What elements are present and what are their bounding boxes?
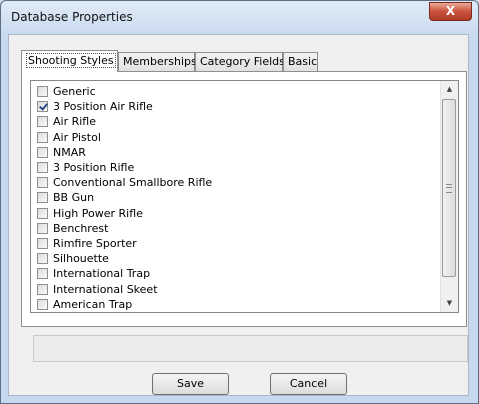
scroll-up-arrow-icon[interactable]: ▲	[441, 81, 458, 98]
checkbox[interactable]	[37, 177, 48, 189]
list-item[interactable]: Generic	[37, 84, 96, 99]
checkbox[interactable]	[37, 207, 48, 219]
list-item[interactable]: 3 Position Rifle	[37, 160, 134, 175]
checkbox[interactable]	[37, 131, 48, 143]
list-item-label: International Skeet	[53, 282, 158, 296]
checkbox[interactable]	[37, 222, 48, 234]
list-item-label: Rimfire Sporter	[53, 237, 137, 250]
list-item-label: NMAR	[53, 145, 86, 159]
close-icon: X	[445, 4, 456, 18]
list-item-label: International Trap	[53, 267, 151, 281]
checkbox[interactable]	[37, 116, 48, 128]
shooting-styles-list[interactable]: Generic 3 Position Air Rifle Air Rifle Air …	[30, 80, 459, 313]
checkbox[interactable]	[37, 283, 48, 295]
tab-memberships[interactable]: Memberships	[118, 52, 197, 71]
tab-shooting-styles-label: Shooting Styles	[26, 53, 116, 68]
list-item[interactable]: Conventional Smallbore Rifle	[37, 175, 212, 190]
checkbox[interactable]	[37, 192, 48, 204]
checkbox[interactable]	[37, 146, 48, 158]
list-item[interactable]: Rimfire Sporter	[37, 236, 137, 251]
list-item[interactable]: 3 Position Air Rifle	[37, 99, 153, 114]
checkbox[interactable]	[37, 268, 48, 280]
list-item[interactable]: International Trap	[37, 266, 150, 281]
list-item-label: High Power Rifle	[53, 206, 143, 220]
list-item[interactable]: International Skeet	[37, 282, 158, 297]
list-item[interactable]: Silhouette	[37, 251, 109, 266]
tab-memberships-label: Memberships	[123, 55, 197, 68]
list-item-label: Conventional Smallbore Rifle	[53, 176, 213, 190]
scrollbar-thumb[interactable]	[442, 99, 456, 277]
list-item[interactable]: Benchrest	[37, 221, 108, 236]
list-item-label: 3 Position Rifle	[53, 161, 135, 174]
cancel-button[interactable]: Cancel	[270, 373, 347, 395]
checkbox[interactable]	[37, 298, 48, 310]
list-item[interactable]: Air Rifle	[37, 114, 96, 129]
list-item-label: Silhouette	[53, 252, 109, 266]
list-item-label: Generic	[53, 85, 96, 98]
list-item-label: Benchrest	[53, 221, 109, 235]
list-item[interactable]: Air Pistol	[37, 130, 101, 145]
list-item[interactable]: High Power Rifle	[37, 206, 143, 221]
list-item-label: BB Gun	[53, 191, 95, 205]
tab-basic-label: Basic	[288, 55, 318, 68]
vertical-scrollbar[interactable]: ▲ ▼	[440, 81, 458, 312]
status-panel	[33, 335, 468, 362]
tab-category-fields-label: Category Fields	[200, 55, 285, 68]
title-bar[interactable]: Database Properties	[1, 1, 478, 35]
tab-basic[interactable]: Basic	[283, 52, 318, 71]
checkbox-checked[interactable]	[37, 101, 48, 113]
tab-category-fields[interactable]: Category Fields	[195, 52, 285, 71]
list-item-label: 3 Position Air Rifle	[53, 100, 153, 114]
checkbox[interactable]	[37, 162, 48, 173]
window-title: Database Properties	[11, 10, 133, 24]
checkbox[interactable]	[37, 238, 48, 249]
scroll-down-arrow-icon[interactable]: ▼	[441, 295, 458, 312]
list-item[interactable]: NMAR	[37, 145, 86, 160]
save-button[interactable]: Save	[152, 373, 229, 395]
tab-shooting-styles[interactable]: Shooting Styles	[21, 50, 118, 72]
close-button[interactable]: X	[429, 2, 472, 21]
list-item[interactable]: American Trap	[37, 297, 132, 312]
checkbox[interactable]	[37, 86, 48, 97]
list-item[interactable]: BB Gun	[37, 190, 94, 205]
grip-icon	[446, 184, 452, 193]
list-item-label: Air Rifle	[53, 115, 96, 129]
list-item-label: Air Pistol	[53, 130, 101, 144]
list-item-label: American Trap	[53, 297, 133, 311]
checkbox[interactable]	[37, 253, 48, 265]
